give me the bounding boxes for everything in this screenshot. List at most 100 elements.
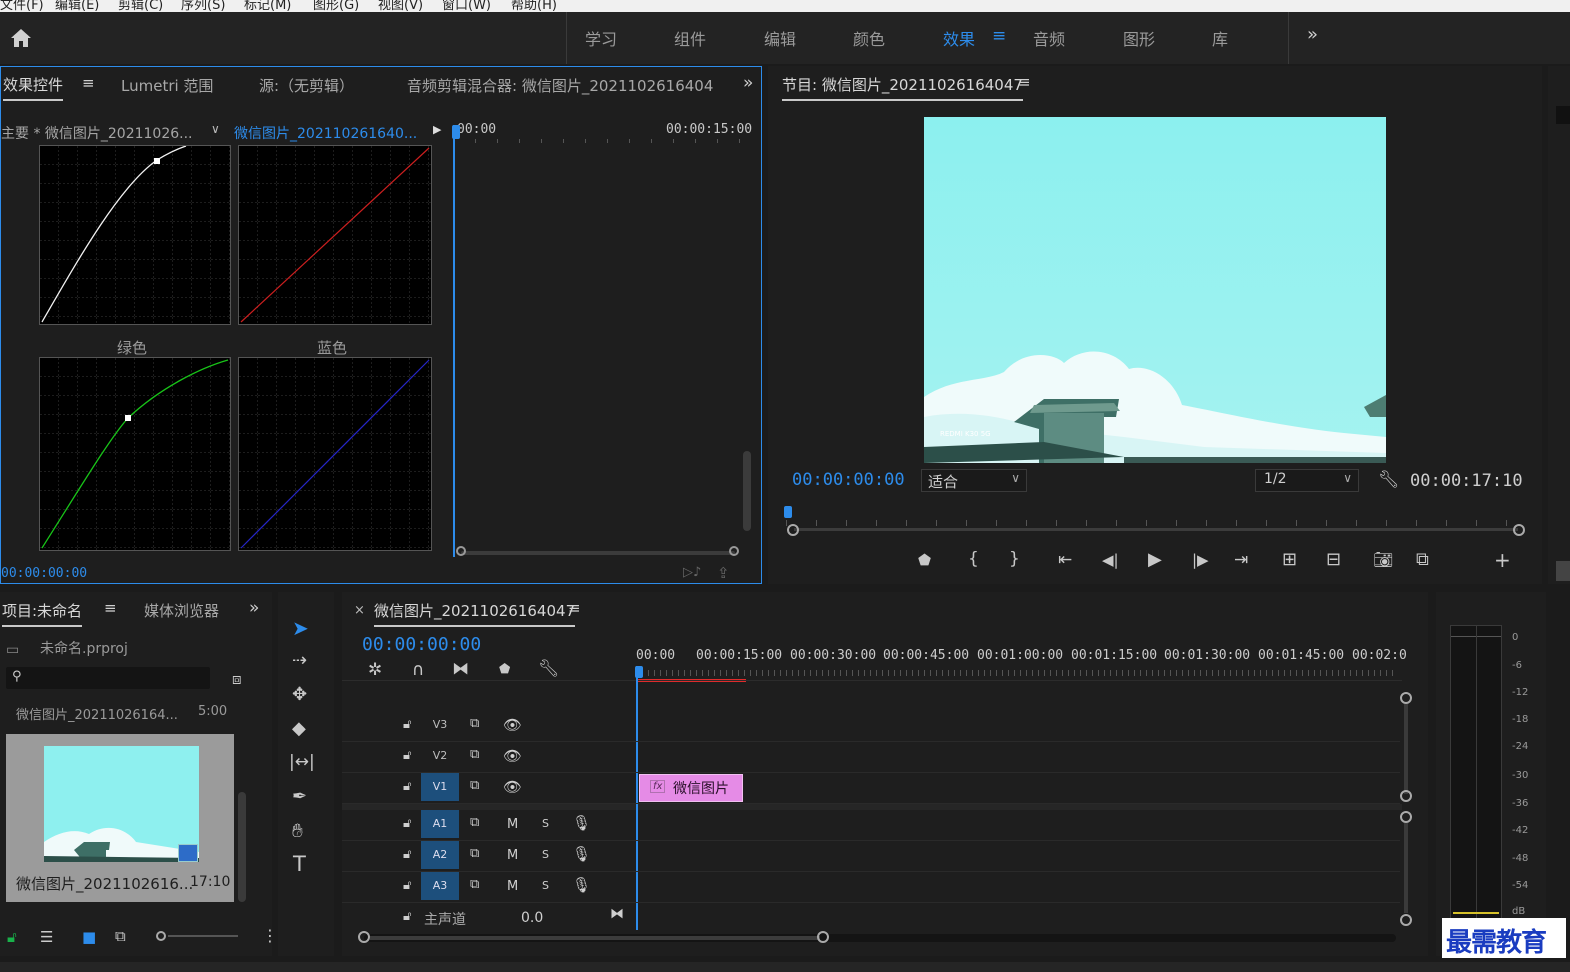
eye-icon[interactable]: 👁︎ [503,747,522,765]
new-bin-icon[interactable]: ⧈ [232,670,242,688]
project-item-card[interactable]: 微信图片_2021102616... 17:10 [6,734,234,902]
lock-icon[interactable]: 🔓︎ [403,878,411,893]
microphone-icon[interactable]: 🎙︎ [572,845,591,863]
horizontal-scrollbar[interactable] [461,551,735,555]
panel-menu-icon[interactable]: ≡ [82,74,95,92]
timeline-zoom-bar[interactable] [370,936,820,940]
video-scrollbar[interactable] [1404,704,1408,794]
master-volume-value[interactable]: 0.0 [521,910,543,926]
zoom-slider-handle[interactable] [156,931,166,941]
menu-window[interactable]: 窗口(W) [442,0,491,12]
audio-scrollbar[interactable] [1404,823,1408,913]
track-label[interactable]: V3 [421,711,459,739]
mark-in-icon[interactable]: { [968,551,979,568]
workspace-audio[interactable]: 音频 [1033,26,1065,50]
track-label[interactable]: A2 [421,841,459,869]
solo-button[interactable]: S [542,848,549,861]
video-preview[interactable]: REDMI K30 5G [924,117,1386,463]
slip-tool-icon[interactable]: |↔| [289,754,315,771]
zoom-slider-track[interactable] [168,935,238,937]
scroll-handle-top[interactable] [1400,692,1412,704]
track-label[interactable]: V2 [421,742,459,770]
mark-out-icon[interactable]: } [1009,551,1020,568]
track-v3[interactable]: 🔓︎ V3 ⧉ 👁︎ [342,711,1400,742]
zoom-handle-left[interactable] [787,524,799,536]
track-v1[interactable]: 🔓︎ V1 ⧉ 👁︎ [342,773,1400,804]
program-monitor-title[interactable]: 节目: 微信图片_20211026164047 [782,74,1023,101]
tab-project[interactable]: 项目:未命名 [2,600,83,627]
lock-icon[interactable]: 🔓︎ [403,847,411,862]
snap-magnet-icon[interactable]: ∩ [412,662,424,679]
zoom-bar[interactable] [794,528,1518,531]
play-triangle-icon[interactable]: ▶ [433,123,441,136]
lock-icon[interactable]: 🔓︎ [403,717,411,732]
timeline-ruler[interactable]: 00:00 00:00:15:00 00:00:30:00 00:00:45:0… [636,646,1407,682]
tab-lumetri-scopes[interactable]: Lumetri 范围 [121,75,213,96]
lock-icon[interactable]: 🔓︎ [403,816,411,831]
ripple-edit-tool-icon[interactable]: ✥ [292,686,307,704]
more-tabs-icon[interactable]: » [249,598,259,618]
extract-icon[interactable]: ⊟ [1326,551,1341,569]
scroll-handle-left[interactable] [456,546,466,556]
audio-scroll-handle-top[interactable] [1400,811,1412,823]
program-playhead[interactable] [784,506,792,518]
playhead-handle[interactable] [452,125,460,139]
timeline-zoom-left[interactable] [358,931,370,943]
curve-red[interactable] [238,145,432,325]
zoom-handle-right[interactable] [1513,524,1525,536]
workspace-libraries[interactable]: 库 [1212,26,1228,50]
tab-effect-controls[interactable]: 效果控件 [3,74,64,101]
track-master[interactable]: 🔓︎ 主声道 0.0 ⧓ [342,903,636,929]
wrench-icon[interactable]: 🔧︎ [1378,470,1400,490]
microphone-icon[interactable]: 🎙︎ [572,876,591,894]
workspace-menu-icon[interactable]: ≡ [992,26,1006,46]
scroll-handle-bottom[interactable] [1400,790,1412,802]
microphone-icon[interactable]: 🎙︎ [572,814,591,832]
more-options-icon[interactable]: ⋮ [262,926,278,945]
track-a1[interactable]: 🔓︎ A1 ⧉ M S 🎙︎ [342,810,1400,841]
timeline-title[interactable]: 微信图片_20211026164047 [374,600,576,627]
export-icon[interactable]: ⇪ [717,564,730,582]
search-icon[interactable] [1556,106,1570,124]
pen-tool-icon[interactable]: ✒ [292,788,307,806]
freeform-view-icon[interactable]: ⧉ [115,927,126,945]
effect-timecode[interactable]: 00:00:00:00 [1,566,87,581]
mute-button[interactable]: M [507,848,518,863]
comparison-view-icon[interactable]: ⧉ [1416,551,1429,569]
audio-loop-icon[interactable]: ▷♪ [683,565,701,580]
project-scrollbar[interactable] [238,792,246,902]
curve-green[interactable] [39,357,231,551]
timeline-timecode[interactable]: 00:00:00:00 [362,634,481,655]
curve-blue[interactable] [238,357,432,551]
audio-scroll-handle-bottom[interactable] [1400,914,1412,926]
menu-edit[interactable]: 编辑(E) [55,0,99,12]
resolution-dropdown[interactable]: 1/2 ∨ [1255,469,1359,492]
active-clip-label[interactable]: 微信图片_202110261640... [234,123,417,143]
hand-tool-icon[interactable]: ✋︎ [292,822,303,841]
timeline-zoom-right[interactable] [817,931,829,943]
menu-help[interactable]: 帮助(H) [511,0,557,12]
chevron-down-icon[interactable]: ∨ [211,122,220,136]
track-label[interactable]: V1 [421,773,459,801]
go-to-out-icon[interactable]: ⇥ [1234,552,1248,569]
go-to-in-icon[interactable]: ⇤ [1058,552,1072,569]
menu-graphics[interactable]: 图形(G) [313,0,359,12]
menu-file[interactable]: 文件(F) [0,0,44,12]
workspace-color[interactable]: 颜色 [853,26,885,50]
sync-lock-icon[interactable]: ⧉ [470,846,479,861]
type-tool-icon[interactable]: T [293,854,306,875]
panel-menu-icon[interactable]: ≡ [104,599,117,617]
vertical-scrollbar[interactable] [743,451,751,531]
workspace-learn[interactable]: 学习 [585,26,617,50]
scrollbar[interactable] [1556,561,1570,581]
linked-selection-icon[interactable]: ⧓ [452,661,469,678]
eye-icon[interactable]: 👁︎ [503,716,522,734]
workspace-assembly[interactable]: 组件 [674,26,706,50]
workspace-effects[interactable]: 效果 [943,26,975,50]
sync-lock-icon[interactable]: ⧉ [470,815,479,830]
wrench-icon[interactable]: 🔧︎ [538,661,560,678]
more-tabs-icon[interactable]: » [743,73,753,93]
lock-icon[interactable]: 🔓︎ [403,779,411,794]
effect-timeline-ruler[interactable]: 00:00 00:00:15:00 [453,117,753,145]
menu-clip[interactable]: 剪辑(C) [118,0,163,12]
